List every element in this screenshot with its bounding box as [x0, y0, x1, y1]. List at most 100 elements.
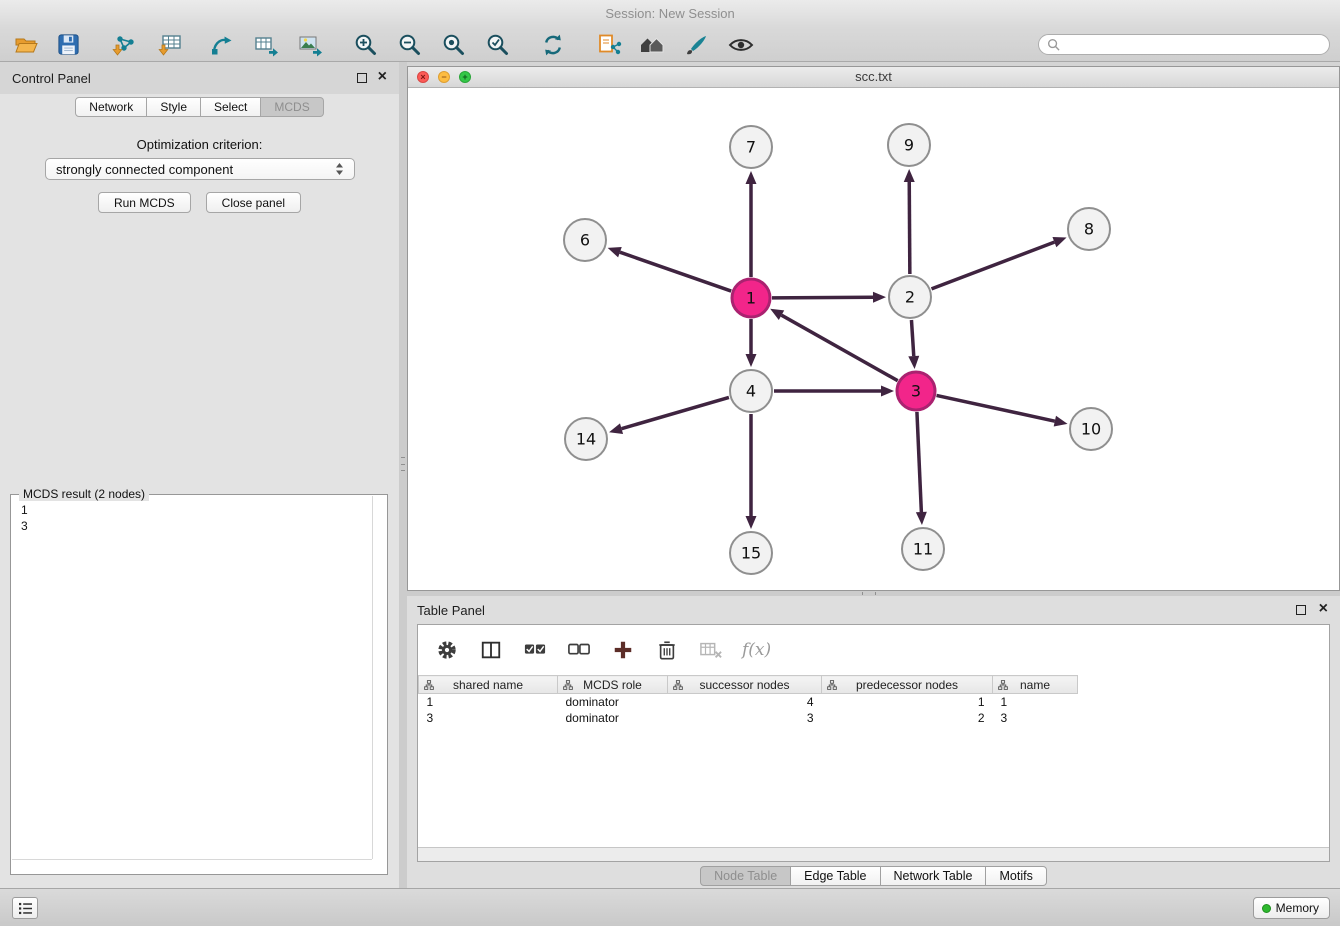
edge-arrowhead-icon	[1052, 237, 1066, 247]
unselect-all-columns-button[interactable]	[566, 637, 592, 663]
close-panel-icon[interactable]: ×	[378, 68, 387, 86]
dropdown-stepper-icon	[335, 162, 344, 176]
edge-arrowhead-icon	[746, 354, 757, 367]
tab-node-table[interactable]: Node Table	[700, 866, 791, 886]
table-row[interactable]: 3dominator323	[419, 710, 1078, 726]
float-table-panel-icon[interactable]	[1296, 605, 1306, 615]
column-header-successor-nodes[interactable]: successor nodes	[668, 676, 822, 694]
save-session-button[interactable]	[51, 30, 85, 60]
memory-button[interactable]: Memory	[1253, 897, 1330, 919]
optimization-dropdown[interactable]: strongly connected component	[45, 158, 355, 180]
table-cell[interactable]: 1	[822, 694, 993, 710]
mcds-result-item[interactable]: 1	[21, 502, 377, 518]
graph-edge-2-9[interactable]	[909, 182, 910, 274]
zoom-selected-button[interactable]	[481, 30, 515, 60]
refresh-icon	[540, 32, 566, 58]
graph-edge-2-3[interactable]	[911, 320, 913, 356]
search-input[interactable]	[1060, 38, 1321, 52]
sort-icon	[673, 680, 683, 690]
close-mcds-panel-button[interactable]: Close panel	[206, 192, 301, 213]
import-network-button[interactable]	[107, 30, 141, 60]
sort-icon	[998, 680, 1008, 690]
table-row[interactable]: 1dominator411	[419, 694, 1078, 710]
table-cell[interactable]: 2	[822, 710, 993, 726]
sort-icon	[827, 680, 837, 690]
table-cell[interactable]: 3	[419, 710, 558, 726]
zoom-out-button[interactable]	[393, 30, 427, 60]
graph-edge-4-14[interactable]	[622, 397, 729, 428]
tab-style[interactable]: Style	[147, 97, 201, 117]
mcds-result-list: 13	[11, 495, 387, 541]
tab-select[interactable]: Select	[201, 97, 261, 117]
show-columns-button[interactable]	[478, 637, 504, 663]
graph-node-label: 15	[741, 544, 761, 563]
table-toolbar: f(x)	[418, 625, 1329, 675]
sort-icon	[563, 680, 573, 690]
table-cell[interactable]: 3	[993, 710, 1078, 726]
memory-label: Memory	[1276, 901, 1319, 915]
tab-mcds[interactable]: MCDS	[261, 97, 323, 117]
table-cell[interactable]: 1	[419, 694, 558, 710]
tab-network[interactable]: Network	[75, 97, 147, 117]
graph-edge-3-1[interactable]	[781, 315, 897, 381]
graph-edge-2-8[interactable]	[932, 242, 1055, 289]
graph-edge-1-2[interactable]	[772, 297, 873, 298]
zoom-fit-button[interactable]	[437, 30, 471, 60]
run-mcds-button[interactable]: Run MCDS	[98, 192, 191, 213]
function-builder-button[interactable]: f(x)	[742, 640, 771, 660]
refresh-view-button[interactable]	[536, 30, 570, 60]
float-panel-icon[interactable]	[357, 73, 367, 83]
first-neighbors-button[interactable]	[636, 30, 670, 60]
table-cell[interactable]: dominator	[558, 710, 668, 726]
tab-motifs[interactable]: Motifs	[986, 866, 1046, 886]
dropdown-value: strongly connected component	[56, 162, 335, 177]
table-cell[interactable]: dominator	[558, 694, 668, 710]
splitter-grip-icon	[862, 592, 876, 595]
column-header-name[interactable]: name	[993, 676, 1078, 694]
table-cell[interactable]: 4	[668, 694, 822, 710]
table-cell[interactable]: 1	[993, 694, 1078, 710]
column-header-shared-name[interactable]: shared name	[419, 676, 558, 694]
graph-node-label: 11	[913, 540, 933, 559]
network-from-selection-button[interactable]	[592, 30, 626, 60]
unchecked-boxes-icon	[567, 639, 591, 661]
network-window-title: scc.txt	[408, 67, 1339, 87]
delete-column-button[interactable]	[654, 637, 680, 663]
edge-arrowhead-icon	[746, 516, 757, 529]
column-header-MCDS-role[interactable]: MCDS role	[558, 676, 668, 694]
main-toolbar	[0, 28, 1340, 62]
new-network-button[interactable]	[205, 30, 239, 60]
open-session-button[interactable]	[9, 30, 43, 60]
zoom-in-button[interactable]	[349, 30, 383, 60]
tab-network-table[interactable]: Network Table	[881, 866, 987, 886]
show-graphics-details-button[interactable]	[724, 30, 758, 60]
network-graph[interactable]: 1234678910111415	[408, 88, 1339, 590]
task-history-button[interactable]	[12, 897, 38, 919]
result-vertical-scrollbar[interactable]	[372, 496, 373, 859]
result-horizontal-scrollbar[interactable]	[12, 859, 372, 860]
graph-edge-3-10[interactable]	[937, 395, 1055, 421]
export-image-button[interactable]	[293, 30, 327, 60]
graph-edge-1-6[interactable]	[620, 252, 731, 291]
graph-edge-3-11[interactable]	[917, 412, 921, 512]
mcds-result-title: MCDS result (2 nodes)	[19, 487, 149, 501]
import-table-button[interactable]	[153, 30, 187, 60]
splitter-grip-icon	[401, 457, 405, 471]
select-all-columns-button[interactable]	[522, 637, 548, 663]
tab-edge-table[interactable]: Edge Table	[791, 866, 880, 886]
create-column-button[interactable]	[610, 637, 636, 663]
delete-table-icon	[699, 639, 723, 661]
mcds-result-item[interactable]: 3	[21, 518, 377, 534]
table-horizontal-scrollbar[interactable]	[418, 847, 1329, 861]
table-cell[interactable]: 3	[668, 710, 822, 726]
export-table-button[interactable]	[249, 30, 283, 60]
column-header-predecessor-nodes[interactable]: predecessor nodes	[822, 676, 993, 694]
close-table-panel-icon[interactable]: ×	[1319, 600, 1328, 618]
search-box[interactable]	[1038, 34, 1330, 55]
apply-style-button[interactable]	[679, 30, 713, 60]
mcds-button-row: Run MCDS Close panel	[0, 192, 399, 213]
checked-boxes-icon	[523, 639, 547, 661]
table-settings-button[interactable]	[434, 637, 460, 663]
application-window: Session: New Session	[0, 0, 1340, 926]
vertical-splitter[interactable]	[399, 62, 407, 888]
